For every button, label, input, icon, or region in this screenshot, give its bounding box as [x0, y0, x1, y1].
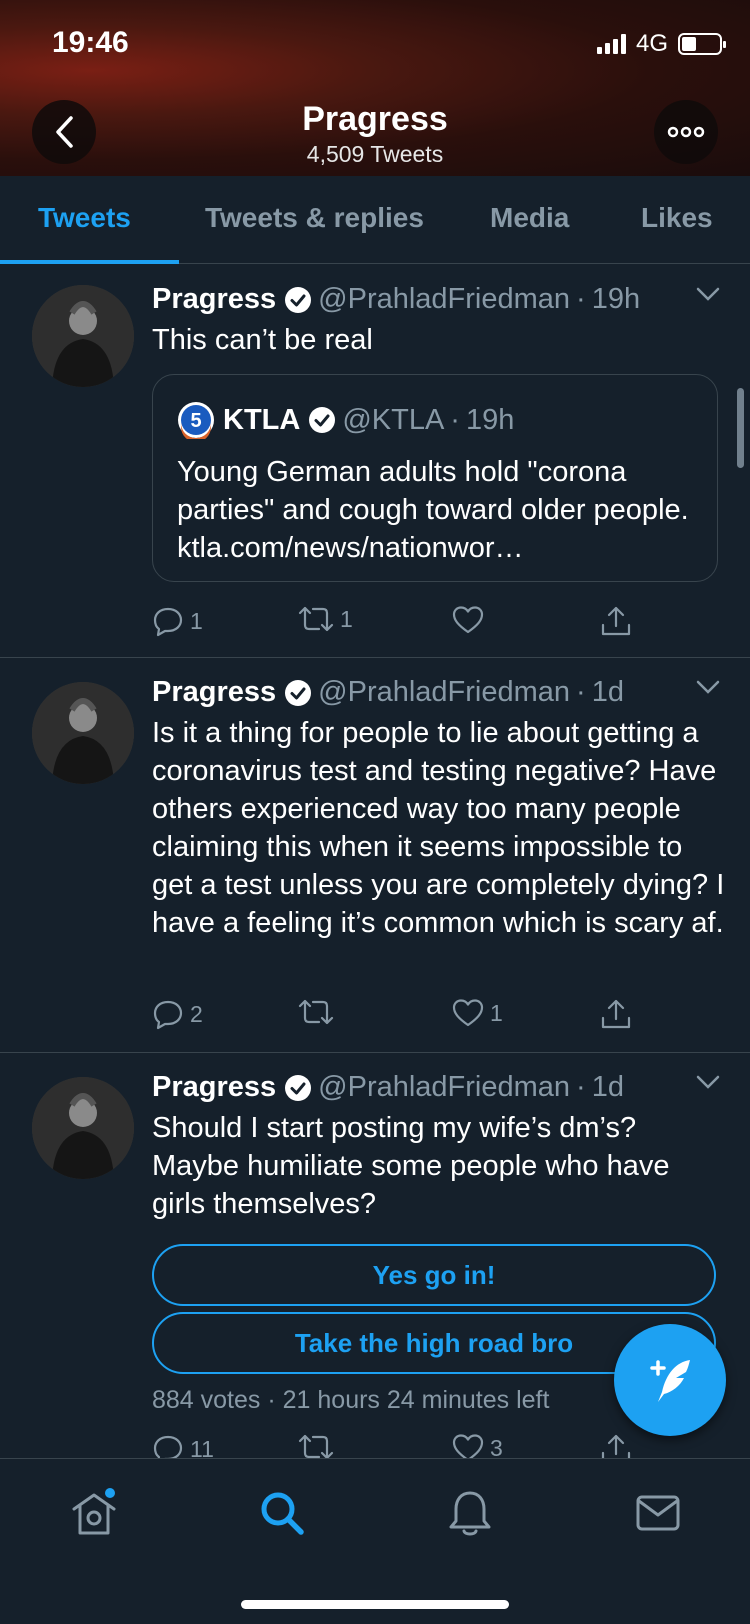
chevron-down-icon [696, 680, 720, 694]
avatar[interactable] [32, 285, 134, 387]
more-icon [667, 126, 705, 138]
tweet[interactable]: Pragress @PrahladFriedman · 19h This can… [0, 265, 750, 658]
profile-tabs: Tweets Tweets & replies Media Likes [0, 176, 750, 264]
author-handle[interactable]: @PrahladFriedman [318, 676, 570, 709]
poll-meta: 884 votes · 21 hours 24 minutes left [152, 1386, 550, 1414]
author-name[interactable]: Pragress [152, 1071, 276, 1104]
verified-badge-icon [284, 1074, 312, 1102]
poll-option-1[interactable]: Yes go in! [152, 1244, 716, 1306]
like-button[interactable] [452, 605, 490, 635]
tab-media[interactable]: Media [490, 202, 569, 234]
quoted-author-name: KTLA [223, 403, 301, 436]
reply-count: 2 [190, 1000, 203, 1027]
tab-likes[interactable]: Likes [641, 202, 713, 234]
profile-header: 19:46 4G Pragress 4,509 Tweets [0, 0, 750, 176]
scrollbar[interactable] [737, 388, 744, 468]
retweet-icon [298, 606, 334, 632]
status-indicators: 4G [596, 30, 726, 58]
network-label: 4G [635, 30, 668, 57]
nav-search[interactable] [256, 1487, 308, 1539]
tweet-header: Pragress @PrahladFriedman · 19h [152, 283, 641, 316]
retweet-icon [298, 1434, 334, 1460]
author-name[interactable]: Pragress [152, 676, 276, 709]
status-time: 19:46 [52, 26, 129, 59]
heart-icon [452, 606, 484, 634]
messages-icon [636, 1495, 680, 1531]
quoted-tweet-text: Young German adults hold "corona parties… [177, 456, 689, 564]
verified-badge-icon [284, 679, 312, 707]
compose-tweet-button[interactable] [614, 1324, 726, 1436]
heart-icon [452, 999, 484, 1027]
author-handle[interactable]: @PrahladFriedman [318, 283, 570, 316]
retweet-button[interactable] [298, 1433, 340, 1461]
compose-tweet-icon [650, 1360, 690, 1402]
retweet-button[interactable]: 1 [298, 605, 353, 633]
quoted-tweet-header: 5 KTLA @KTLA · 19h [177, 401, 514, 439]
more-options-button[interactable] [654, 100, 718, 164]
reply-icon [153, 1000, 183, 1030]
tab-tweets-and-replies[interactable]: Tweets & replies [205, 202, 424, 234]
svg-text:5: 5 [190, 410, 201, 432]
nav-notifications[interactable] [444, 1487, 496, 1539]
profile-title: Pragress [302, 100, 448, 138]
home-indicator[interactable] [241, 1600, 509, 1609]
tweet-text: Should I start posting my wife’s dm’s? M… [152, 1112, 670, 1220]
tweet-options-button[interactable] [696, 287, 720, 306]
author-handle[interactable]: @PrahladFriedman [318, 1071, 570, 1104]
reply-button[interactable]: 2 [152, 998, 203, 1030]
tab-tweets[interactable]: Tweets [38, 202, 131, 234]
quoted-tweet-time: 19h [465, 403, 515, 436]
battery-icon [678, 33, 726, 55]
quoted-tweet[interactable]: 5 KTLA @KTLA · 19h Young German adults h… [152, 374, 718, 582]
notifications-icon [449, 1491, 491, 1536]
home-icon [72, 1488, 116, 1535]
tweet-time: 19h [591, 283, 641, 315]
tweet-text: This can’t be real [152, 324, 373, 356]
chevron-down-icon [696, 287, 720, 301]
avatar[interactable] [32, 682, 134, 784]
tweet-options-button[interactable] [696, 680, 720, 699]
tweet-actions: 1 1 [152, 605, 652, 645]
author-name[interactable]: Pragress [152, 283, 276, 316]
share-button[interactable] [600, 605, 632, 637]
nav-messages[interactable] [632, 1487, 684, 1539]
retweet-button[interactable] [298, 998, 340, 1026]
ktla-logo-icon: 5 [177, 401, 215, 439]
tweet-actions: 2 1 [152, 998, 652, 1038]
search-icon [261, 1492, 304, 1535]
profile-title-block: Pragress 4,509 Tweets [0, 100, 750, 168]
avatar[interactable] [32, 1077, 134, 1179]
chevron-down-icon [696, 1075, 720, 1089]
active-tab-indicator [0, 260, 179, 264]
tweet-header: Pragress @PrahladFriedman · 1d [152, 1071, 624, 1104]
tweet-text: Is it a thing for people to lie about ge… [152, 717, 725, 939]
nav-home[interactable] [68, 1487, 120, 1539]
tweet[interactable]: Pragress @PrahladFriedman · 1d Is it a t… [0, 658, 750, 1053]
tweet-time: 1d [591, 676, 624, 708]
tweet-time: 1d [591, 1071, 624, 1103]
tweet-header: Pragress @PrahladFriedman · 1d [152, 676, 624, 709]
share-icon [601, 999, 631, 1029]
share-icon [601, 606, 631, 636]
tweet-count: 4,509 Tweets [306, 141, 444, 167]
retweet-icon [298, 999, 334, 1025]
reply-count: 1 [190, 607, 203, 634]
verified-badge-icon [284, 286, 312, 314]
verified-badge-icon [308, 406, 336, 434]
signal-icon [596, 34, 626, 54]
reply-icon [153, 607, 183, 637]
reply-button[interactable]: 1 [152, 605, 203, 637]
tweet-options-button[interactable] [696, 1075, 720, 1094]
quoted-author-handle: @KTLA [342, 403, 445, 436]
like-count: 1 [490, 999, 503, 1026]
retweet-count: 1 [340, 605, 353, 632]
share-button[interactable] [600, 998, 632, 1030]
like-button[interactable]: 1 [452, 998, 503, 1028]
